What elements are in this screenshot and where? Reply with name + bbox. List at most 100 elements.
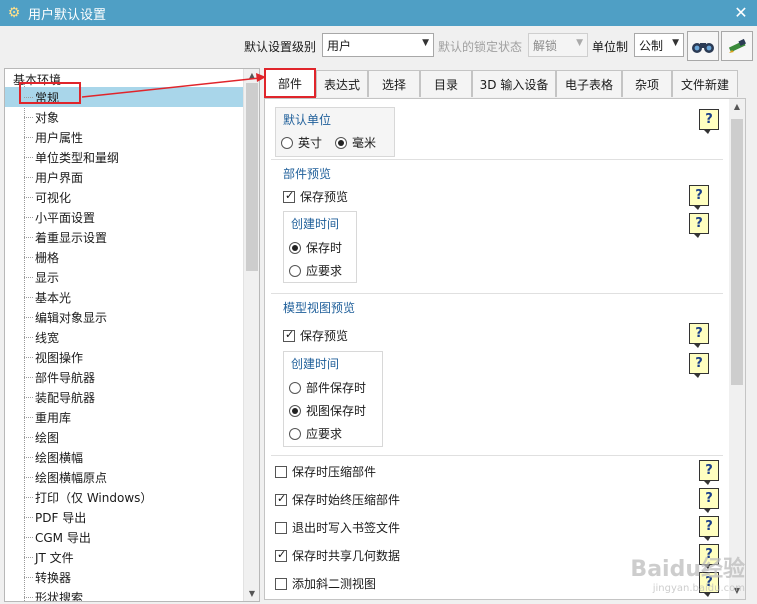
tab-expression[interactable]: 表达式 (316, 70, 368, 97)
unit-mm-radio[interactable]: 毫米 (335, 134, 376, 151)
chevron-down-icon: ▼ (422, 38, 429, 48)
scroll-up-icon[interactable]: ▲ (729, 99, 745, 115)
tab-misc[interactable]: 杂项 (622, 70, 672, 97)
tree-item[interactable]: JT 文件 (5, 547, 243, 567)
tree-guide (24, 577, 33, 578)
unit-select[interactable]: 公制 ▼ (634, 33, 684, 57)
option-checkbox[interactable]: 添加斜二测视图 (275, 575, 376, 592)
on-save-radio[interactable]: 保存时 (289, 239, 342, 256)
tree-item-label: 单位类型和量纲 (35, 150, 120, 165)
help-icon[interactable]: ? (689, 213, 709, 238)
tree-item[interactable]: PDF 导出 (5, 507, 243, 527)
tab-catalog[interactable]: 目录 (420, 70, 472, 97)
tree-item[interactable]: 绘图横幅原点 (5, 467, 243, 487)
tree-item[interactable]: 转换器 (5, 567, 243, 587)
title-bar: ⚙ 用户默认设置 ✕ (0, 0, 757, 26)
help-icon[interactable]: ? (689, 353, 709, 378)
tree-item[interactable]: CGM 导出 (5, 527, 243, 547)
tab-part[interactable]: 部件 (264, 68, 316, 98)
settings-gear-icon: ⚙ (7, 5, 21, 21)
save-preview-checkbox[interactable]: 保存预览 (283, 188, 348, 205)
chevron-down-icon: ▼ (672, 38, 679, 48)
option-checkbox[interactable]: 保存时压缩部件 (275, 463, 376, 480)
tree-item[interactable]: 显示 (5, 267, 243, 287)
option-label: 退出时写入书签文件 (292, 521, 401, 535)
tree-item[interactable]: 可视化 (5, 187, 243, 207)
tree-item-label: 编辑对象显示 (35, 310, 108, 325)
tab-3d-input[interactable]: 3D 输入设备 (472, 70, 556, 97)
help-icon[interactable]: ? (699, 109, 719, 134)
tree-item[interactable]: 装配导航器 (5, 387, 243, 407)
tab-spreadsheet[interactable]: 电子表格 (556, 70, 622, 97)
on-demand-radio[interactable]: 应要求 (289, 262, 342, 279)
tree-item-label: 绘图横幅原点 (35, 470, 108, 485)
tree-item[interactable]: 基本光 (5, 287, 243, 307)
tree-item[interactable]: 绘图 (5, 427, 243, 447)
tree-item[interactable]: 线宽 (5, 327, 243, 347)
scroll-down-icon[interactable]: ▼ (244, 587, 259, 601)
unit-value: 公制 (639, 38, 664, 53)
scroll-up-icon[interactable]: ▲ (244, 69, 259, 83)
tab-file-new[interactable]: 文件新建 (672, 70, 738, 97)
tree-guide (24, 277, 33, 278)
checkbox-icon (275, 577, 287, 590)
tree-item[interactable]: 视图操作 (5, 347, 243, 367)
option-label: 保存时共享几何数据 (292, 549, 401, 563)
on-view-save-radio[interactable]: 视图保存时 (289, 402, 366, 419)
category-tree[interactable]: 基本环境 常规 对象 用户属性 单位类型和量纲 用户界面 可视化 小平面设置 着重显示设置 栅格… (4, 68, 260, 602)
unit-mm-label: 毫米 (352, 136, 377, 150)
tree-item-label: 绘图 (35, 430, 60, 445)
tab-selection[interactable]: 选择 (368, 70, 420, 97)
tree-item[interactable]: 形状搜索 (5, 587, 243, 602)
tree-guide (24, 497, 33, 498)
save-preview2-checkbox[interactable]: 保存预览 (283, 327, 348, 344)
checkbox-checked-icon (275, 492, 287, 506)
unit-inch-radio[interactable]: 英寸 (281, 134, 322, 151)
help-icon[interactable]: ? (689, 323, 709, 348)
level-value: 用户 (327, 38, 352, 53)
help-icon[interactable]: ? (699, 488, 719, 513)
on-part-save-radio[interactable]: 部件保存时 (289, 379, 366, 396)
tree-item[interactable]: 单位类型和量纲 (5, 147, 243, 167)
tree-item-label: 小平面设置 (35, 210, 96, 225)
lock-select[interactable]: 解锁 ▼ (528, 33, 588, 57)
find-button[interactable] (687, 31, 719, 61)
tree-item[interactable]: 对象 (5, 107, 243, 127)
tree-item-label: JT 文件 (35, 550, 74, 565)
tree-item[interactable]: 用户界面 (5, 167, 243, 187)
tree-guide (24, 377, 33, 378)
model-view-title: 模型视图预览 (283, 301, 356, 315)
tree-item[interactable]: 部件导航器 (5, 367, 243, 387)
tree-item[interactable]: 着重显示设置 (5, 227, 243, 247)
tree-item[interactable]: 重用库 (5, 407, 243, 427)
help-icon[interactable]: ? (699, 460, 719, 485)
tree-item-label: 对象 (35, 110, 60, 125)
tree-item[interactable]: 小平面设置 (5, 207, 243, 227)
help-icon[interactable]: ? (689, 185, 709, 210)
help-icon[interactable]: ? (699, 516, 719, 541)
tree-item[interactable]: 栅格 (5, 247, 243, 267)
tree-scrollbar[interactable]: ▲ ▼ (243, 69, 259, 601)
scroll-thumb[interactable] (246, 83, 258, 271)
radio-selected-icon (335, 136, 347, 149)
radio-icon (281, 136, 293, 149)
scroll-thumb[interactable] (731, 119, 743, 385)
divider (271, 159, 723, 160)
option-label: 保存时始终压缩部件 (292, 493, 401, 507)
option-checkbox[interactable]: 保存时共享几何数据 (275, 547, 400, 564)
option-checkbox[interactable]: 保存时始终压缩部件 (275, 491, 400, 508)
tree-item-label: 可视化 (35, 190, 72, 205)
tree-item[interactable]: 打印（仅 Windows） (5, 487, 243, 507)
tree-item[interactable]: 绘图横幅 (5, 447, 243, 467)
level-select[interactable]: 用户 ▼ (322, 33, 434, 57)
tree-item-label: CGM 导出 (35, 530, 91, 545)
tree-item-label: PDF 导出 (35, 510, 87, 525)
tree-item[interactable]: 编辑对象显示 (5, 307, 243, 327)
wizard-button[interactable] (721, 31, 753, 61)
tree-item[interactable]: 用户属性 (5, 127, 243, 147)
option-checkbox[interactable]: 退出时写入书签文件 (275, 519, 400, 536)
on-demand2-radio[interactable]: 应要求 (289, 425, 342, 442)
close-button[interactable]: ✕ (731, 3, 751, 23)
watermark-sub: jingyan.baidu.com (652, 583, 745, 594)
settings-scrollbar[interactable]: ▲ ▼ (729, 99, 745, 599)
